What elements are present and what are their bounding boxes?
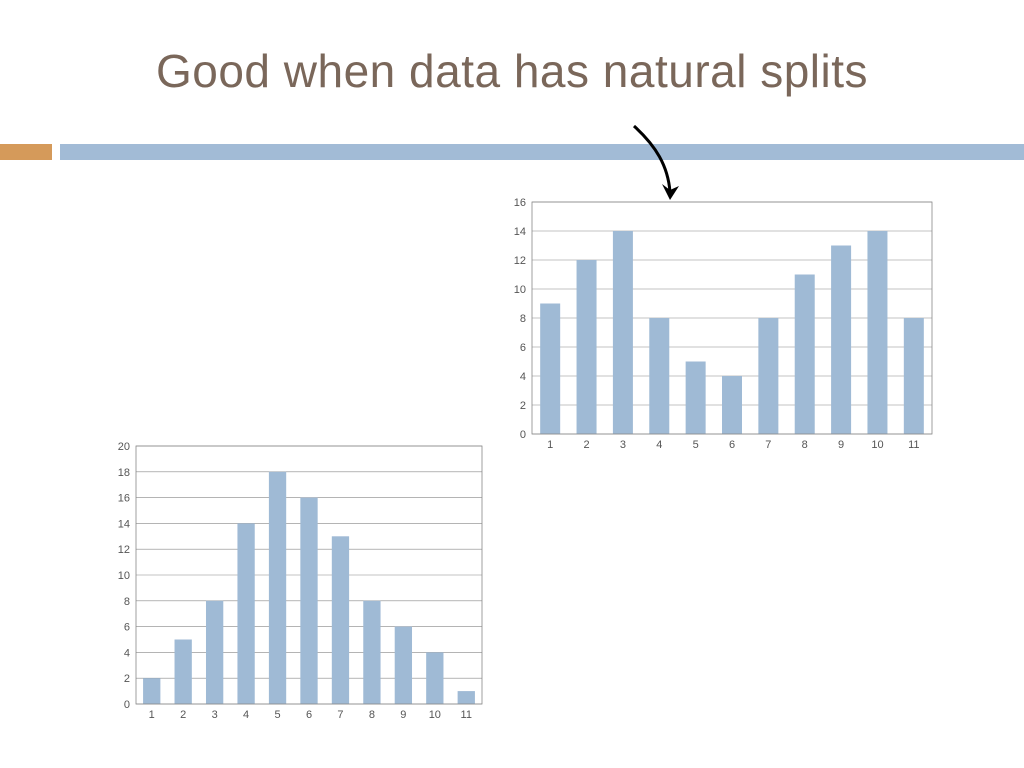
title-rule bbox=[0, 144, 1024, 160]
y-tick-label: 6 bbox=[520, 342, 526, 354]
x-tick-label: 6 bbox=[729, 439, 735, 451]
y-tick-label: 12 bbox=[514, 255, 526, 267]
y-tick-label: 12 bbox=[118, 544, 130, 556]
y-tick-label: 10 bbox=[118, 570, 130, 582]
y-tick-label: 6 bbox=[124, 622, 130, 634]
bar bbox=[686, 362, 706, 435]
bar-chart-unimodal: 024681012141618201234567891011 bbox=[102, 440, 488, 722]
rule-accent-orange bbox=[0, 144, 52, 160]
y-tick-label: 10 bbox=[514, 284, 526, 296]
rule-accent-blue bbox=[60, 144, 1024, 160]
y-tick-label: 2 bbox=[124, 673, 130, 685]
bar-chart-bimodal: 02468101214161234567891011 bbox=[496, 196, 938, 452]
y-tick-label: 4 bbox=[520, 371, 526, 383]
x-tick-label: 4 bbox=[243, 709, 249, 721]
bar bbox=[722, 376, 742, 434]
bar bbox=[426, 652, 443, 704]
y-tick-label: 2 bbox=[520, 400, 526, 412]
x-tick-label: 9 bbox=[400, 709, 406, 721]
slide-title: Good when data has natural splits bbox=[0, 44, 1024, 98]
x-tick-label: 8 bbox=[802, 439, 808, 451]
x-tick-label: 1 bbox=[547, 439, 553, 451]
bar bbox=[613, 231, 633, 434]
x-tick-label: 10 bbox=[429, 709, 441, 721]
y-tick-label: 16 bbox=[514, 197, 526, 209]
x-tick-label: 7 bbox=[765, 439, 771, 451]
bar bbox=[300, 498, 317, 704]
y-tick-label: 14 bbox=[118, 518, 130, 530]
x-tick-label: 6 bbox=[306, 709, 312, 721]
y-tick-label: 16 bbox=[118, 493, 130, 505]
bar bbox=[332, 536, 349, 704]
bar bbox=[540, 304, 560, 435]
y-tick-label: 18 bbox=[118, 467, 130, 479]
bar bbox=[143, 678, 160, 704]
x-tick-label: 2 bbox=[180, 709, 186, 721]
y-tick-label: 20 bbox=[118, 441, 130, 453]
x-tick-label: 4 bbox=[656, 439, 662, 451]
x-tick-label: 1 bbox=[149, 709, 155, 721]
x-tick-label: 11 bbox=[461, 709, 472, 721]
bar bbox=[237, 523, 254, 704]
bar bbox=[758, 318, 778, 434]
bar bbox=[577, 260, 597, 434]
x-tick-label: 3 bbox=[212, 709, 218, 721]
bar bbox=[175, 640, 192, 705]
y-tick-label: 0 bbox=[124, 699, 130, 711]
y-tick-label: 14 bbox=[514, 226, 526, 238]
x-tick-label: 3 bbox=[620, 439, 626, 451]
x-tick-label: 2 bbox=[583, 439, 589, 451]
x-tick-label: 5 bbox=[274, 709, 280, 721]
x-tick-label: 10 bbox=[871, 439, 883, 451]
y-tick-label: 0 bbox=[520, 429, 526, 441]
y-tick-label: 4 bbox=[124, 647, 130, 659]
bar bbox=[904, 318, 924, 434]
bar bbox=[795, 275, 815, 435]
x-tick-label: 7 bbox=[337, 709, 343, 721]
y-tick-label: 8 bbox=[520, 313, 526, 325]
x-tick-label: 9 bbox=[838, 439, 844, 451]
bar bbox=[395, 627, 412, 704]
y-tick-label: 8 bbox=[124, 596, 130, 608]
bar bbox=[363, 601, 380, 704]
bar bbox=[831, 246, 851, 435]
bar bbox=[206, 601, 223, 704]
bar bbox=[867, 231, 887, 434]
bar bbox=[649, 318, 669, 434]
bar bbox=[458, 691, 475, 704]
arrow-annotation-icon bbox=[624, 118, 684, 208]
x-tick-label: 5 bbox=[693, 439, 699, 451]
x-tick-label: 11 bbox=[908, 439, 919, 451]
bar bbox=[269, 472, 286, 704]
x-tick-label: 8 bbox=[369, 709, 375, 721]
